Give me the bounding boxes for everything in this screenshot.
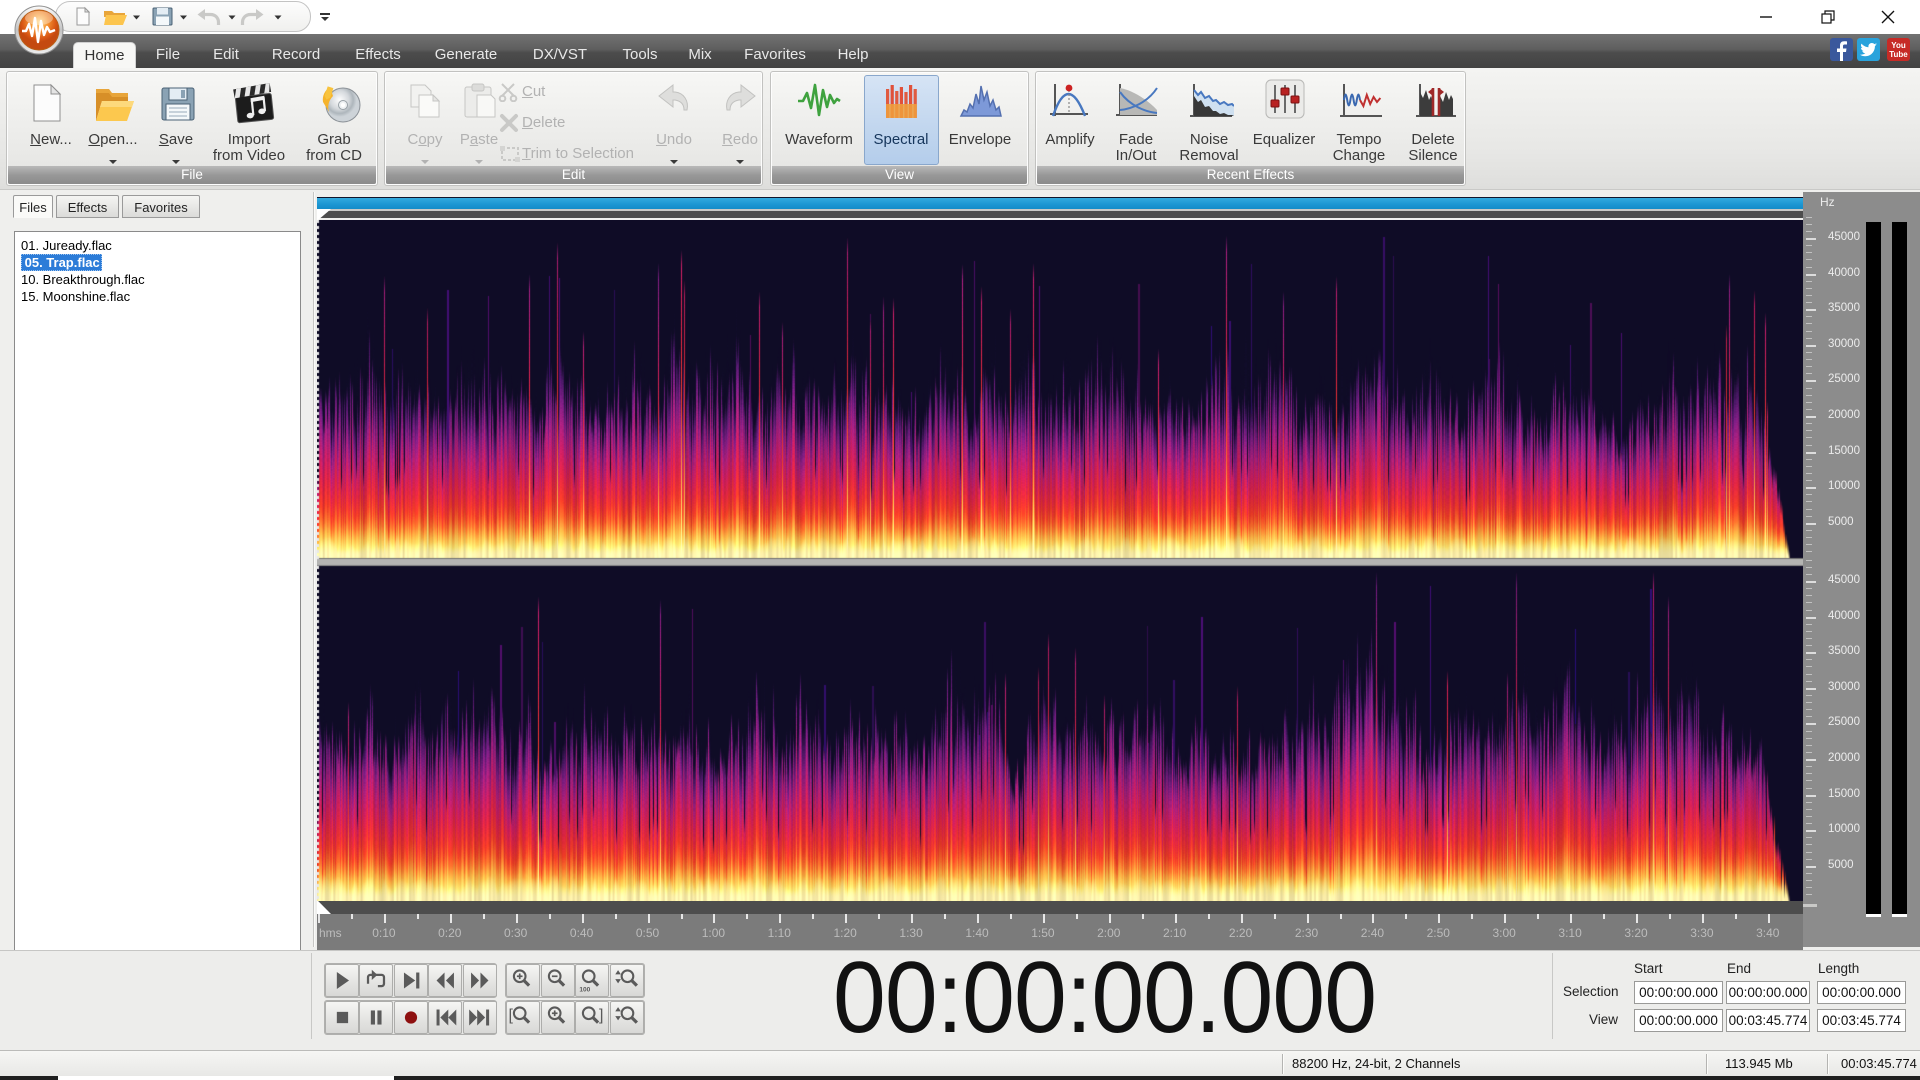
svg-text:]: ] xyxy=(599,1007,603,1024)
svg-text:100: 100 xyxy=(580,986,591,993)
svg-text:[: [ xyxy=(508,1007,513,1024)
